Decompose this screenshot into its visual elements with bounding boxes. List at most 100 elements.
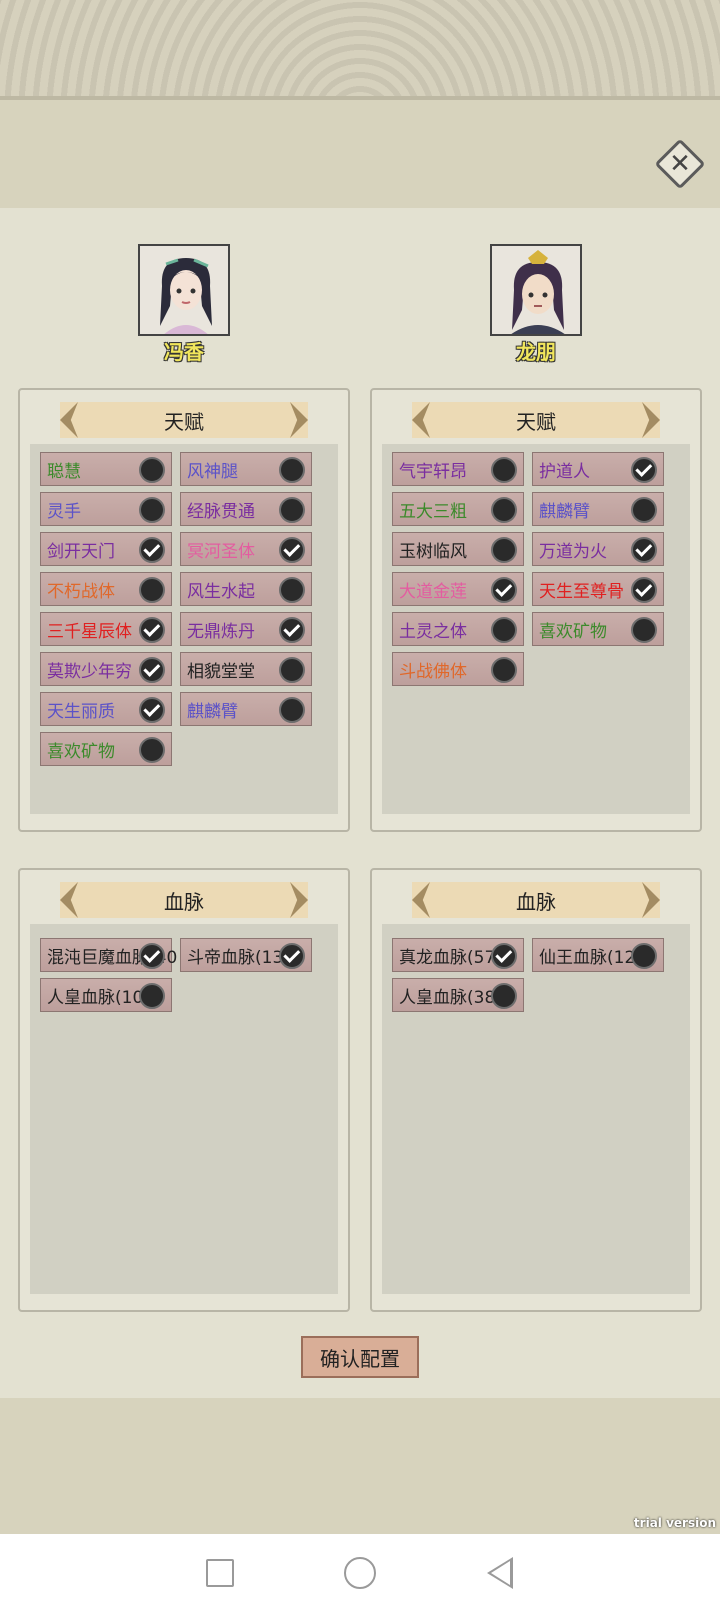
talent-item[interactable]: 土灵之体 [392,612,524,646]
radio-empty-icon[interactable] [491,537,517,563]
talent-item[interactable]: 风生水起 [180,572,312,606]
radio-empty-icon[interactable] [279,697,305,723]
close-button[interactable]: ✕ [654,138,706,190]
radio-empty-icon[interactable] [491,617,517,643]
radio-empty-icon[interactable] [491,983,517,1009]
arrow-right-icon [290,882,308,918]
bloodline-item[interactable]: 人皇血脉(10) [40,978,172,1012]
radio-empty-icon[interactable] [279,577,305,603]
bloodline-item[interactable]: 混沌巨魔血脉(40 [40,938,177,972]
talent-label: 麒麟臂 [539,501,590,522]
arrow-left-icon [412,402,430,438]
talent-item[interactable]: 天生丽质 [40,692,172,726]
avatar-character-2[interactable] [490,244,582,336]
talent-item[interactable]: 相貌堂堂 [180,652,312,686]
talent-title-text: 天赋 [164,409,204,434]
talent-item[interactable]: 三千星辰体 [40,612,172,646]
talent-label: 不朽战体 [47,581,115,602]
talent-label: 万道为火 [539,541,607,562]
bloodline-section-character-2: 血脉 [370,868,702,1312]
talent-label: 大道金莲 [399,581,467,602]
talent-item[interactable]: 不朽战体 [40,572,172,606]
talent-section-title: 天赋 [60,402,308,438]
avatar-character-1[interactable] [138,244,230,336]
talent-item[interactable]: 冥河圣体 [180,532,312,566]
talent-item[interactable]: 风神腿 [180,452,312,486]
talent-item[interactable]: 喜欢矿物 [40,732,172,766]
talent-section-title: 天赋 [412,402,660,438]
bloodline-item[interactable]: 仙王血脉(120) [532,938,664,972]
radio-empty-icon[interactable] [631,497,657,523]
checkmark-icon[interactable] [631,457,657,483]
bloodline-item[interactable]: 斗帝血脉(13 [180,938,312,972]
confirm-config-button[interactable]: 确认配置 [301,1336,419,1378]
radio-empty-icon[interactable] [279,457,305,483]
talent-label: 灵手 [47,501,81,522]
talent-item[interactable]: 经脉贯通 [180,492,312,526]
trial-watermark: trial version [633,1516,716,1530]
bloodline-item[interactable]: 真龙血脉(57 [392,938,524,972]
bloodline-label: 人皇血脉(38) [399,987,502,1008]
talent-title-text: 天赋 [516,409,556,434]
talent-item[interactable]: 喜欢矿物 [532,612,664,646]
talent-item[interactable]: 无鼎炼丹 [180,612,312,646]
talent-item[interactable]: 灵手 [40,492,172,526]
bloodline-label: 真龙血脉(57 [399,947,496,968]
checkmark-icon[interactable] [491,577,517,603]
checkmark-icon[interactable] [631,577,657,603]
talent-item[interactable]: 莫欺少年穷 [40,652,172,686]
bloodline-section-title: 血脉 [60,882,308,918]
radio-empty-icon[interactable] [491,497,517,523]
talent-item[interactable]: 大道金莲 [392,572,524,606]
talent-item[interactable]: 天生至尊骨 [532,572,664,606]
talent-label: 风生水起 [187,581,255,602]
checkmark-icon[interactable] [279,617,305,643]
talent-item[interactable]: 护道人 [532,452,664,486]
radio-empty-icon[interactable] [139,577,165,603]
radio-empty-icon[interactable] [139,497,165,523]
radio-empty-icon[interactable] [491,457,517,483]
talent-label: 麒麟臂 [187,701,238,722]
talent-label: 玉树临风 [399,541,467,562]
checkmark-icon[interactable] [139,657,165,683]
talent-item[interactable]: 聪慧 [40,452,172,486]
radio-empty-icon[interactable] [279,497,305,523]
talent-item[interactable]: 玉树临风 [392,532,524,566]
talent-item[interactable]: 五大三粗 [392,492,524,526]
radio-empty-icon[interactable] [279,657,305,683]
radio-empty-icon[interactable] [139,983,165,1009]
system-navbar [0,1534,720,1612]
nav-back-button[interactable] [480,1553,520,1593]
nav-home-button[interactable] [340,1553,380,1593]
checkmark-icon[interactable] [139,617,165,643]
radio-empty-icon[interactable] [139,457,165,483]
checkmark-icon[interactable] [139,943,165,969]
talent-label: 天生丽质 [47,701,115,722]
bottom-decoration [0,1398,720,1534]
header-band [0,96,720,208]
checkmark-icon[interactable] [139,537,165,563]
checkmark-icon[interactable] [491,943,517,969]
close-icon: ✕ [669,149,691,179]
radio-empty-icon[interactable] [631,943,657,969]
talent-item[interactable]: 麒麟臂 [180,692,312,726]
bloodline-title-text: 血脉 [164,889,204,914]
checkmark-icon[interactable] [139,697,165,723]
talent-item[interactable]: 万道为火 [532,532,664,566]
bloodline-section-title: 血脉 [412,882,660,918]
arrow-right-icon [642,402,660,438]
talent-item[interactable]: 斗战佛体 [392,652,524,686]
talent-item[interactable]: 剑开天门 [40,532,172,566]
checkmark-icon[interactable] [631,537,657,563]
talent-item[interactable]: 气宇轩昂 [392,452,524,486]
nav-recent-button[interactable] [200,1553,240,1593]
radio-empty-icon[interactable] [139,737,165,763]
bloodline-item[interactable]: 人皇血脉(38) [392,978,524,1012]
checkmark-icon[interactable] [279,943,305,969]
top-decoration [0,0,720,100]
radio-empty-icon[interactable] [631,617,657,643]
radio-empty-icon[interactable] [491,657,517,683]
female-portrait-icon [140,246,228,334]
talent-item[interactable]: 麒麟臂 [532,492,664,526]
checkmark-icon[interactable] [279,537,305,563]
